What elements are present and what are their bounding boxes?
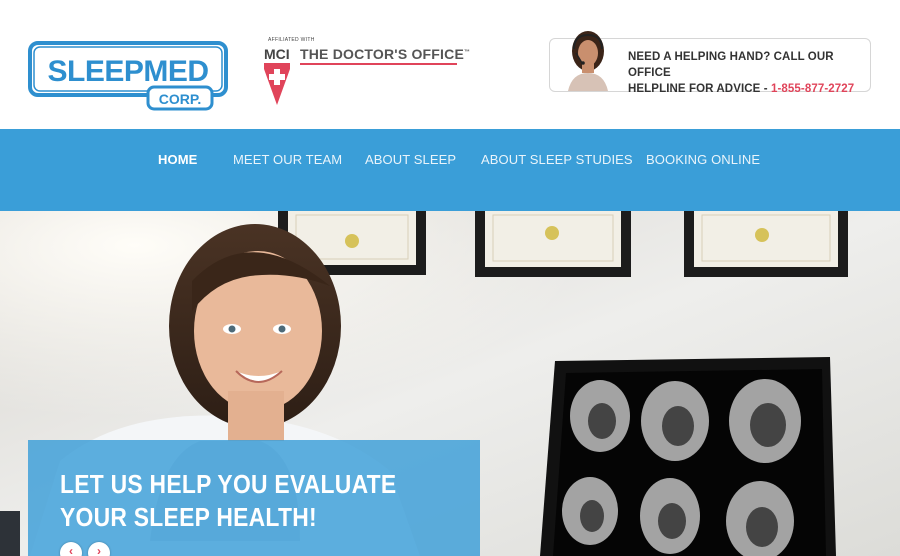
chevron-right-icon: › bbox=[97, 544, 101, 556]
logo-wordmark: SLEEPMED bbox=[47, 55, 208, 88]
hero-headline: LET US HELP YOU EVALUATE YOUR SLEEP HEAL… bbox=[60, 468, 412, 534]
helpline-prefix: HELPLINE FOR ADVICE - bbox=[628, 83, 771, 95]
nav-meet-our-team[interactable]: MEET OUR TEAM bbox=[233, 152, 342, 167]
affiliation-badge[interactable]: AFFILIATED WITH MCI THE DOCTOR'S OFFICE™ bbox=[262, 37, 482, 107]
affiliation-underline bbox=[300, 63, 457, 65]
doctors-office-name: THE DOCTOR'S OFFICE™ bbox=[300, 46, 470, 62]
trademark-mark: ™ bbox=[464, 49, 471, 56]
helpline-text: NEED A HELPING HAND? CALL OUR OFFICE HEL… bbox=[628, 49, 870, 97]
nav-about-sleep-studies[interactable]: ABOUT SLEEP STUDIES bbox=[481, 152, 633, 167]
operator-headset-avatar bbox=[568, 31, 608, 91]
mci-text: MCI bbox=[264, 46, 290, 62]
nav-home[interactable]: HOME bbox=[158, 152, 197, 167]
mri-monitor bbox=[540, 357, 836, 556]
affiliation-label: AFFILIATED WITH bbox=[268, 37, 315, 43]
certificate-frame-3 bbox=[684, 211, 848, 277]
main-navigation: HOME MEET OUR TEAM ABOUT SLEEP ABOUT SLE… bbox=[0, 129, 900, 211]
helpline-box[interactable]: NEED A HELPING HAND? CALL OUR OFFICE HEL… bbox=[549, 31, 871, 95]
hero-headline-line2: YOUR SLEEP HEALTH! bbox=[60, 502, 317, 532]
slider-next-button[interactable]: › bbox=[88, 542, 110, 556]
medical-cross-icon bbox=[264, 63, 290, 105]
hero-headline-line1: LET US HELP YOU EVALUATE bbox=[60, 469, 397, 499]
helpline-line1: NEED A HELPING HAND? CALL OUR OFFICE bbox=[628, 51, 834, 79]
helpline-phone[interactable]: 1-855-877-2727 bbox=[771, 83, 854, 95]
hero-caption: LET US HELP YOU EVALUATE YOUR SLEEP HEAL… bbox=[28, 440, 480, 556]
site-header: SLEEPMED CORP. AFFILIATED WITH MCI THE D… bbox=[0, 0, 900, 129]
helpline-line2: HELPLINE FOR ADVICE - 1-855-877-2727 bbox=[628, 81, 870, 97]
doctors-office-text: THE DOCTOR'S OFFICE bbox=[300, 46, 464, 62]
nav-about-sleep[interactable]: ABOUT SLEEP bbox=[365, 152, 456, 167]
sleepmed-logo-graphic: SLEEPMED CORP. bbox=[28, 41, 228, 111]
chevron-left-icon: ‹ bbox=[69, 544, 73, 556]
slider-prev-button[interactable]: ‹ bbox=[60, 542, 82, 556]
nav-booking-online[interactable]: BOOKING ONLINE bbox=[646, 152, 760, 167]
hero-banner: LET US HELP YOU EVALUATE YOUR SLEEP HEAL… bbox=[0, 211, 900, 556]
logo-corp-text: CORP. bbox=[159, 91, 202, 107]
sleepmed-logo[interactable]: SLEEPMED CORP. bbox=[28, 41, 228, 111]
certificate-frame-2 bbox=[475, 211, 631, 277]
